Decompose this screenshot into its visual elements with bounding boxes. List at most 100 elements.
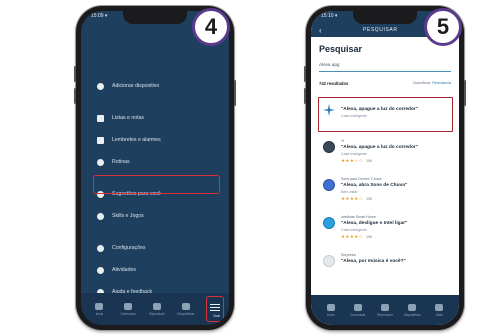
menu-item-label: Rotinas bbox=[112, 159, 130, 165]
menu-item-label: Atividades bbox=[112, 267, 136, 273]
chat-icon bbox=[353, 303, 362, 311]
menu-item-label: Skills e Jogos bbox=[112, 213, 144, 219]
step-badge-4: 4 bbox=[192, 8, 230, 46]
nav-devices[interactable]: Dispositivos bbox=[401, 303, 423, 317]
skills-icon bbox=[97, 212, 104, 220]
first-result-highlight-box bbox=[318, 97, 453, 132]
result-item[interactable]: Sons para Dormir: Chuva "Alexa, abra Son… bbox=[315, 173, 455, 211]
skills-highlight-box bbox=[93, 175, 220, 194]
phone-left: 15:09 ▾ Adicionar dispositivo Listas e n… bbox=[74, 6, 236, 330]
page-title: Pesquisar bbox=[319, 44, 363, 54]
result-item[interactable]: Yi "Alexa, apague a luz do corredor" Cas… bbox=[315, 135, 455, 173]
volume-button bbox=[304, 66, 306, 82]
result-title: "Alexa, por música é você?" bbox=[341, 259, 406, 264]
volume-button bbox=[74, 66, 76, 82]
step-badge-5: 5 bbox=[424, 8, 462, 46]
result-developer: Yi bbox=[341, 139, 345, 143]
nav-home[interactable]: Início bbox=[320, 303, 342, 317]
nav-label: Dispositivos bbox=[177, 311, 195, 316]
power-button bbox=[464, 80, 466, 106]
result-subtitle: Casa Inteligente bbox=[341, 228, 367, 232]
result-subtitle: Bem-estar bbox=[341, 190, 358, 194]
status-time: 15:09 ▾ bbox=[91, 13, 108, 19]
sort-value: Relevância bbox=[432, 81, 451, 85]
plus-icon bbox=[97, 82, 104, 90]
menu-item-settings[interactable]: Configurações bbox=[81, 237, 229, 259]
back-arrow-icon[interactable]: ‹ bbox=[319, 26, 322, 35]
menu-item-label: Configurações bbox=[112, 245, 146, 251]
nav-more[interactable]: Mais bbox=[428, 303, 450, 317]
search-screen: 15:10 ▾ ‹ PESQUISAR Pesquisar Alexa apg … bbox=[311, 11, 459, 325]
nav-label: Reproduzir bbox=[377, 312, 393, 317]
result-developer: Intelbras Smart Home bbox=[341, 215, 376, 219]
nav-play[interactable]: Reproduzir bbox=[374, 303, 396, 317]
results-row: 742 resultados Classificar: Relevância bbox=[319, 81, 451, 89]
bottom-nav: Início Comunicar Reproduzir Dispositivos… bbox=[311, 295, 459, 325]
devices-icon bbox=[181, 302, 190, 310]
search-value: Alexa apg bbox=[319, 62, 340, 67]
result-subtitle: Casa Inteligente bbox=[341, 152, 367, 156]
notch bbox=[123, 11, 187, 24]
sort-control[interactable]: Classificar: Relevância bbox=[413, 81, 451, 85]
sound-icon bbox=[323, 179, 335, 191]
more-highlight-box bbox=[206, 296, 224, 322]
menu-item-lists[interactable]: Listas e notas bbox=[81, 107, 229, 129]
more-icon bbox=[435, 303, 444, 311]
menu-item-activity[interactable]: Atividades bbox=[81, 259, 229, 281]
home-icon bbox=[95, 302, 104, 310]
nav-devices[interactable]: Dispositivos bbox=[175, 302, 197, 316]
result-developer: Surpresa bbox=[341, 253, 356, 257]
nav-label: Dispositivos bbox=[403, 312, 421, 317]
menu-item-label: Lembretes e alarmes bbox=[112, 137, 161, 143]
menu-item-label: Adicionar dispositivo bbox=[112, 83, 160, 89]
topbar-title: PESQUISAR bbox=[363, 27, 398, 33]
reminder-icon bbox=[97, 136, 104, 144]
phone-right: 15:10 ▾ ‹ PESQUISAR Pesquisar Alexa apg … bbox=[304, 6, 466, 330]
play-icon bbox=[152, 302, 161, 310]
notch bbox=[353, 11, 417, 24]
list-icon bbox=[97, 114, 104, 122]
home-icon bbox=[326, 303, 335, 311]
nav-play[interactable]: Reproduzir bbox=[146, 302, 168, 316]
menu-item-routines[interactable]: Rotinas bbox=[81, 151, 229, 173]
chat-icon bbox=[124, 302, 133, 310]
rating-stars: ★★★☆☆ 106 bbox=[341, 158, 372, 163]
result-item[interactable]: Surpresa "Alexa, por música é você?" bbox=[315, 249, 455, 287]
menu-item-skills[interactable]: Skills e Jogos bbox=[81, 205, 229, 227]
gear-icon bbox=[97, 244, 104, 252]
activity-icon bbox=[97, 266, 104, 274]
cloud-icon bbox=[323, 217, 335, 229]
device-icon bbox=[323, 141, 335, 153]
nav-label: Início bbox=[326, 312, 335, 317]
menu-item-reminders[interactable]: Lembretes e alarmes bbox=[81, 129, 229, 151]
result-item[interactable]: Intelbras Smart Home "Alexa, desligue o … bbox=[315, 211, 455, 249]
nav-label: Mais bbox=[435, 312, 443, 317]
search-input[interactable]: Alexa apg bbox=[319, 59, 451, 72]
status-time: 15:10 ▾ bbox=[321, 13, 338, 19]
devices-icon bbox=[408, 303, 417, 311]
rating-stars: ★★★★☆ 108 bbox=[341, 196, 372, 201]
volume-button bbox=[304, 88, 306, 104]
power-button bbox=[234, 80, 236, 106]
nav-label: Início bbox=[95, 311, 104, 316]
nav-label: Reproduzir bbox=[149, 311, 165, 316]
volume-button bbox=[74, 88, 76, 104]
nav-label: Comunicar bbox=[350, 312, 366, 317]
result-title: "Alexa, abra Sons de Chuva" bbox=[341, 183, 408, 188]
tutorial-image: 15:09 ▾ Adicionar dispositivo Listas e n… bbox=[0, 0, 482, 336]
menu-item-label: Listas e notas bbox=[112, 115, 145, 121]
nav-communicate[interactable]: Comunicar bbox=[117, 302, 139, 316]
nav-label: Comunicar bbox=[120, 311, 136, 316]
alexa-menu-screen: 15:09 ▾ Adicionar dispositivo Listas e n… bbox=[81, 11, 229, 325]
result-title: "Alexa, desligue o Intel ligar" bbox=[341, 221, 408, 226]
sort-prefix: Classificar: bbox=[412, 81, 432, 85]
history-icon bbox=[97, 158, 104, 166]
rating-stars: ★★★★☆ 106 bbox=[341, 234, 372, 239]
menu-item-add-device[interactable]: Adicionar dispositivo bbox=[81, 75, 229, 97]
results-count: 742 resultados bbox=[319, 81, 349, 86]
nav-communicate[interactable]: Comunicar bbox=[347, 303, 369, 317]
face-icon bbox=[323, 255, 335, 267]
result-developer: Sons para Dormir: Chuva bbox=[341, 177, 382, 181]
nav-home[interactable]: Início bbox=[88, 302, 110, 316]
result-title: "Alexa, apague a luz do corredor" bbox=[341, 145, 419, 150]
